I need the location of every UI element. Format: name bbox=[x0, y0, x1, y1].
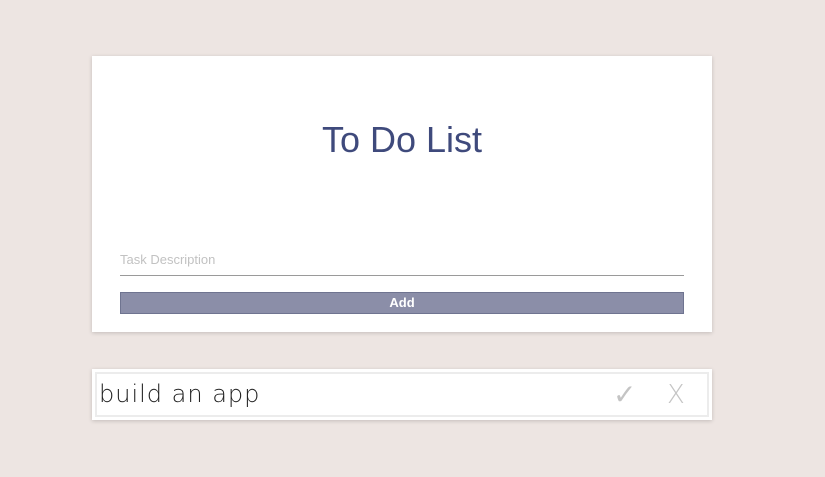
page-title: To Do List bbox=[321, 119, 483, 160]
add-button[interactable]: Add bbox=[120, 292, 684, 314]
checkmark-icon[interactable]: ✓ bbox=[613, 378, 636, 412]
task-item-frame: build an app ✓ X bbox=[95, 372, 709, 417]
task-text: build an app bbox=[99, 380, 261, 408]
task-list-item: build an app ✓ X bbox=[92, 369, 712, 420]
todo-card: To Do List Add bbox=[92, 56, 712, 332]
delete-icon[interactable]: X bbox=[667, 378, 685, 412]
task-description-input[interactable] bbox=[120, 244, 684, 276]
